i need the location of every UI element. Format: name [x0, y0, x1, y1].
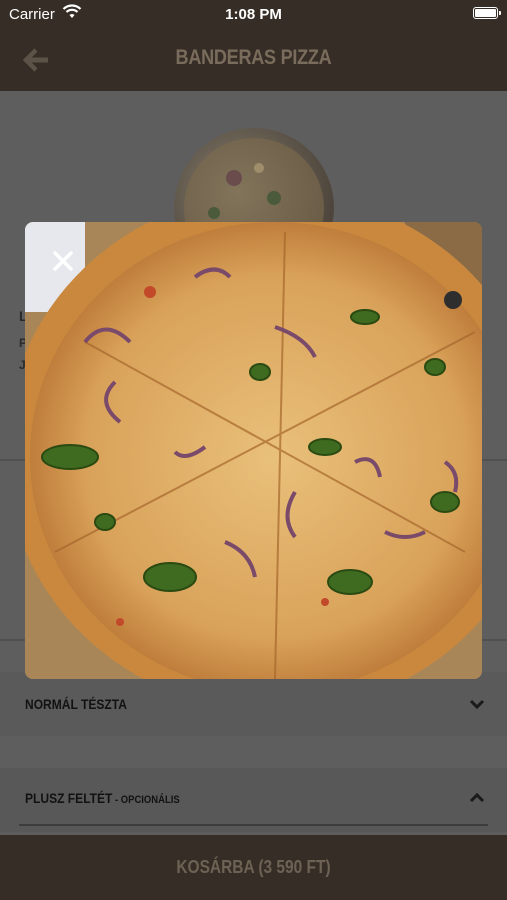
- clock: 1:08 PM: [225, 6, 282, 23]
- optional-label: - OPCIONÁLIS: [112, 794, 180, 806]
- battery-icon: [473, 7, 501, 19]
- add-to-cart-button[interactable]: KOSÁRBA (3 590 FT): [0, 835, 507, 900]
- close-icon[interactable]: [49, 247, 77, 275]
- nav-bar: BANDERAS PIZZA: [0, 28, 507, 91]
- extras-option-label: PLUSZ FELTÉT - OPCIONÁLIS: [25, 790, 180, 806]
- dough-option-label: NORMÁL TÉSZTA: [25, 696, 127, 712]
- page-title: BANDERAS PIZZA: [175, 46, 332, 69]
- image-modal: [25, 222, 482, 679]
- add-to-cart-label: KOSÁRBA (3 590 FT): [176, 857, 331, 877]
- dough-option[interactable]: NORMÁL TÉSZTA: [0, 672, 507, 736]
- status-bar: Carrier 1:08 PM: [0, 0, 507, 28]
- chevron-down-icon: [469, 699, 485, 710]
- extras-option[interactable]: PLUSZ FELTÉT - OPCIONÁLIS: [0, 768, 507, 832]
- pizza-photo: [25, 222, 482, 679]
- chevron-up-icon: [469, 792, 485, 803]
- divider: [19, 824, 488, 826]
